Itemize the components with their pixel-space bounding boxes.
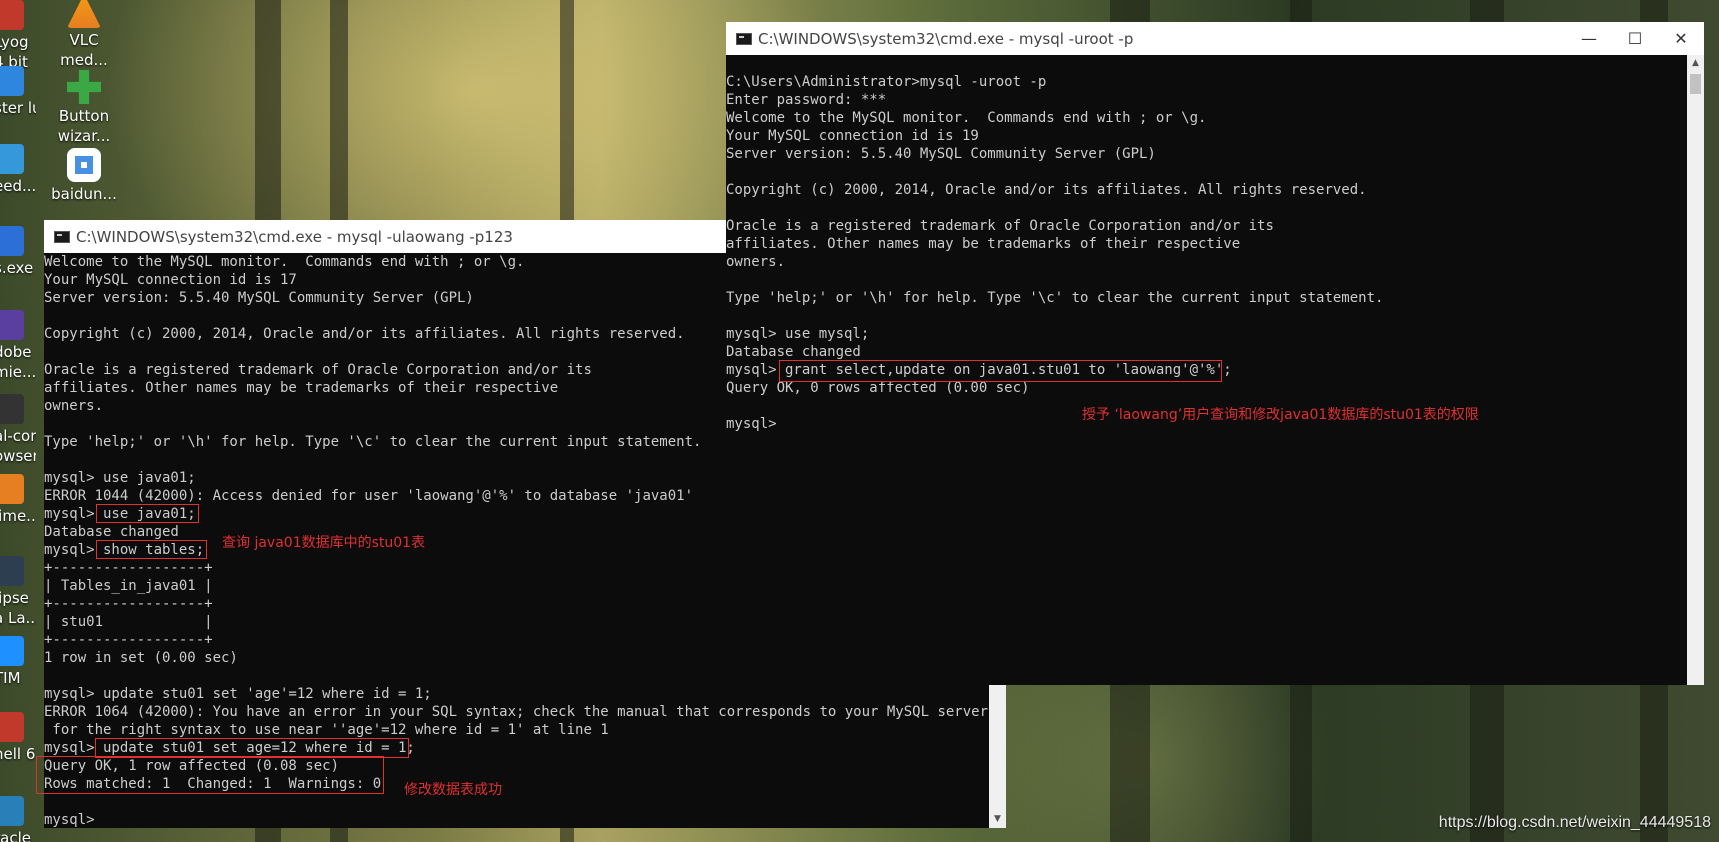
scroll-down-arrow-icon[interactable]: ▼ bbox=[989, 811, 1006, 828]
desktop-icon-label: hell 6 bbox=[0, 745, 36, 763]
console-line: Your MySQL connection id is 19 bbox=[726, 128, 979, 144]
desktop-icon-label: dobe mie... bbox=[0, 343, 36, 381]
highlight-use-java01 bbox=[96, 504, 199, 523]
highlight-query-result bbox=[36, 756, 384, 794]
desktop-icon-partial[interactable]: dobe mie... bbox=[0, 310, 36, 382]
highlight-show-tables bbox=[96, 540, 207, 559]
desktop-icon-partial[interactable]: eed... bbox=[0, 144, 36, 196]
app-icon bbox=[0, 394, 24, 424]
app-icon bbox=[0, 556, 24, 586]
desktop-icon-label: racle bbox=[0, 829, 32, 842]
desktop-icon-partial[interactable]: Lyog 4 bit bbox=[0, 0, 36, 72]
cmd-icon bbox=[54, 230, 70, 243]
desktop-icon-label: lime... bbox=[0, 507, 36, 525]
annotation-update-success: 修改数据表成功 bbox=[404, 782, 502, 798]
console-line: ERROR 1064 (42000): You have an error in… bbox=[44, 704, 989, 720]
maximize-button[interactable]: ☐ bbox=[1612, 22, 1658, 55]
app-icon bbox=[0, 0, 24, 30]
scrollbar[interactable]: ▲ bbox=[1687, 55, 1704, 685]
annotation-grant: 授予 ‘laowang’用户查询和修改java01数据库的stu01表的权限 bbox=[1082, 407, 1479, 423]
desktop-icon-partial[interactable]: lipse a La... bbox=[0, 556, 36, 628]
highlight-update-query bbox=[95, 738, 409, 758]
console-line: Server version: 5.5.40 MySQL Community S… bbox=[726, 146, 1156, 162]
console-line: Welcome to the MySQL monitor. Commands e… bbox=[726, 110, 1207, 126]
baidu-netdisk-icon bbox=[67, 148, 101, 182]
close-button[interactable]: ✕ bbox=[1658, 22, 1704, 55]
desktop-icon-partial[interactable]: al-core owser bbox=[0, 394, 36, 466]
desktop-icon-label: TIM bbox=[0, 669, 21, 687]
console-line: affiliates. Other names may be trademark… bbox=[726, 236, 1241, 252]
app-icon bbox=[0, 144, 24, 174]
console-line: Oracle is a registered trademark of Orac… bbox=[726, 218, 1274, 234]
console-line: Database changed bbox=[726, 344, 861, 360]
console-line: mysql> update stu01 set 'age'=12 where i… bbox=[44, 686, 432, 702]
console-line: mysql> use mysql; bbox=[726, 326, 870, 342]
app-icon bbox=[0, 310, 24, 340]
desktop-icon-partial[interactable]: racle bbox=[0, 796, 36, 842]
scrollbar-thumb[interactable] bbox=[1690, 74, 1701, 94]
console-line: C:\Users\Administrator>mysql -uroot -p bbox=[726, 74, 1047, 90]
app-icon bbox=[0, 66, 24, 96]
app-icon bbox=[0, 796, 24, 826]
console-line: for the right syntax to use near ''age'=… bbox=[44, 722, 609, 738]
desktop-icon-label: eed... bbox=[0, 177, 36, 195]
console-line: owners. bbox=[726, 254, 786, 270]
app-icon bbox=[0, 636, 24, 666]
console-line: Enter password: *** bbox=[726, 92, 887, 108]
annotation-show-tables: 查询 java01数据库中的stu01表 bbox=[222, 535, 426, 551]
cmd-icon bbox=[736, 32, 752, 45]
desktop-icon-button-wizard[interactable]: Button wizar... bbox=[42, 70, 126, 146]
desktop-icon-partial[interactable]: hell 6 bbox=[0, 712, 36, 764]
desktop-icon-label: s.exe bbox=[0, 259, 34, 277]
app-icon bbox=[0, 226, 24, 256]
desktop-icon-partial[interactable]: TIM bbox=[0, 636, 36, 688]
desktop-icon-baidu[interactable]: baidun... bbox=[42, 148, 126, 204]
console-line: Copyright (c) 2000, 2014, Oracle and/or … bbox=[726, 182, 1367, 198]
console-line: Type 'help;' or '\h' for help. Type '\c'… bbox=[726, 290, 1384, 306]
scroll-up-arrow-icon[interactable]: ▲ bbox=[1687, 55, 1704, 72]
vlc-icon bbox=[67, 0, 101, 28]
desktop-icon-label: ster lu bbox=[0, 99, 36, 117]
desktop-icon-partial[interactable]: lime... bbox=[0, 474, 36, 526]
cmd-window-root[interactable]: C:\WINDOWS\system32\cmd.exe - mysql -uro… bbox=[726, 22, 1704, 685]
desktop-icon-label: baidun... bbox=[51, 185, 117, 203]
desktop-icon-vlc[interactable]: VLC med... bbox=[42, 0, 126, 70]
window-titlebar[interactable]: C:\WINDOWS\system32\cmd.exe - mysql -uro… bbox=[726, 22, 1704, 55]
button-wizard-icon bbox=[67, 70, 101, 104]
highlight-grant-statement bbox=[779, 360, 1222, 382]
app-icon bbox=[0, 474, 24, 504]
desktop-icon-label: al-core owser bbox=[0, 427, 36, 465]
desktop-icon-partial[interactable]: ster lu bbox=[0, 66, 36, 118]
watermark: https://blog.csdn.net/weixin_44449518 bbox=[1438, 814, 1711, 831]
desktop-icon-label: lipse a La... bbox=[0, 589, 36, 627]
desktop-icon-partial[interactable]: s.exe bbox=[0, 226, 36, 278]
app-icon bbox=[0, 712, 24, 742]
minimize-button[interactable]: — bbox=[1566, 22, 1612, 55]
desktop-icon-label: VLC med... bbox=[60, 31, 108, 69]
window-title: C:\WINDOWS\system32\cmd.exe - mysql -uro… bbox=[758, 29, 1134, 48]
console-line: mysql> bbox=[44, 812, 95, 828]
desktop-icon-label: Button wizar... bbox=[57, 107, 111, 145]
